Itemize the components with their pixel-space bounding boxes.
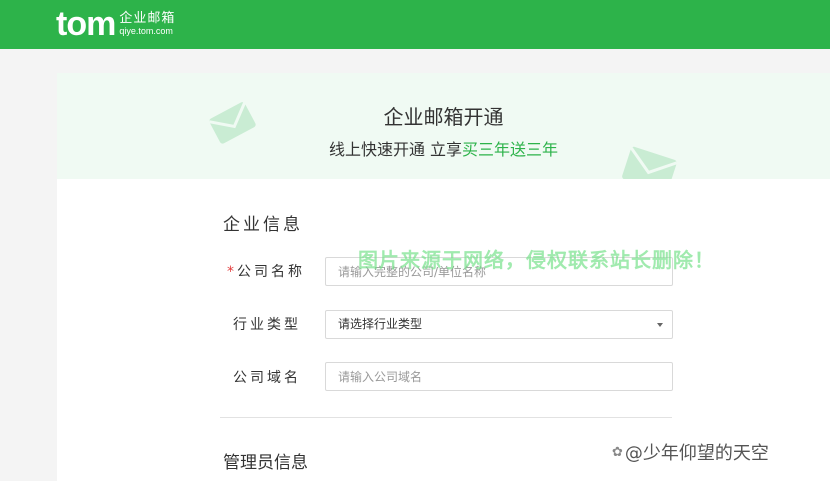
- hero-title: 企业邮箱开通: [383, 105, 504, 129]
- copyright-watermark: 图片来源于网络，侵权联系站长删除！: [358, 248, 715, 272]
- required-mark: *: [227, 264, 237, 280]
- promo-highlight: 买三年送三年: [462, 140, 559, 159]
- company-name-label: *公司名称: [227, 261, 305, 281]
- author-credit: ✿ @少年仰望的天空: [612, 439, 769, 465]
- author-credit-text: @少年仰望的天空: [624, 443, 769, 464]
- hero-banner: 企业邮箱开通 线上快速开通 立享买三年送三年: [57, 73, 830, 179]
- domain-label: 公司域名: [233, 370, 301, 386]
- logo-product-name: 企业邮箱: [119, 11, 176, 26]
- logo-wordmark: tom: [56, 5, 116, 43]
- logo-subtitle: 企业邮箱 qiye.tom.com: [119, 11, 175, 37]
- signup-panel: 企业邮箱开通 线上快速开通 立享买三年送三年 企业信息 *公司名称 行业类型 请…: [57, 73, 830, 481]
- company-name-label-text: 公司名称: [237, 264, 305, 280]
- logo-url: qiye.tom.com: [119, 26, 173, 36]
- company-info-heading: 企业信息: [223, 215, 303, 235]
- section-divider: [220, 417, 672, 418]
- top-header-bar: tom 企业邮箱 qiye.tom.com: [0, 0, 830, 49]
- hero-subtitle-text: 线上快速开通 立享: [328, 140, 463, 159]
- admin-info-heading: 管理员信息: [223, 453, 308, 473]
- industry-label: 行业类型: [233, 317, 301, 333]
- toutiao-icon: ✿: [612, 444, 623, 460]
- company-domain-input[interactable]: [325, 362, 673, 391]
- hero-subtitle: 线上快速开通 立享买三年送三年: [57, 136, 830, 160]
- industry-select-value: 请选择行业类型: [338, 317, 423, 331]
- tom-logo[interactable]: tom 企业邮箱 qiye.tom.com: [56, 6, 175, 42]
- chevron-down-icon: [657, 323, 663, 327]
- industry-select[interactable]: 请选择行业类型: [325, 310, 673, 339]
